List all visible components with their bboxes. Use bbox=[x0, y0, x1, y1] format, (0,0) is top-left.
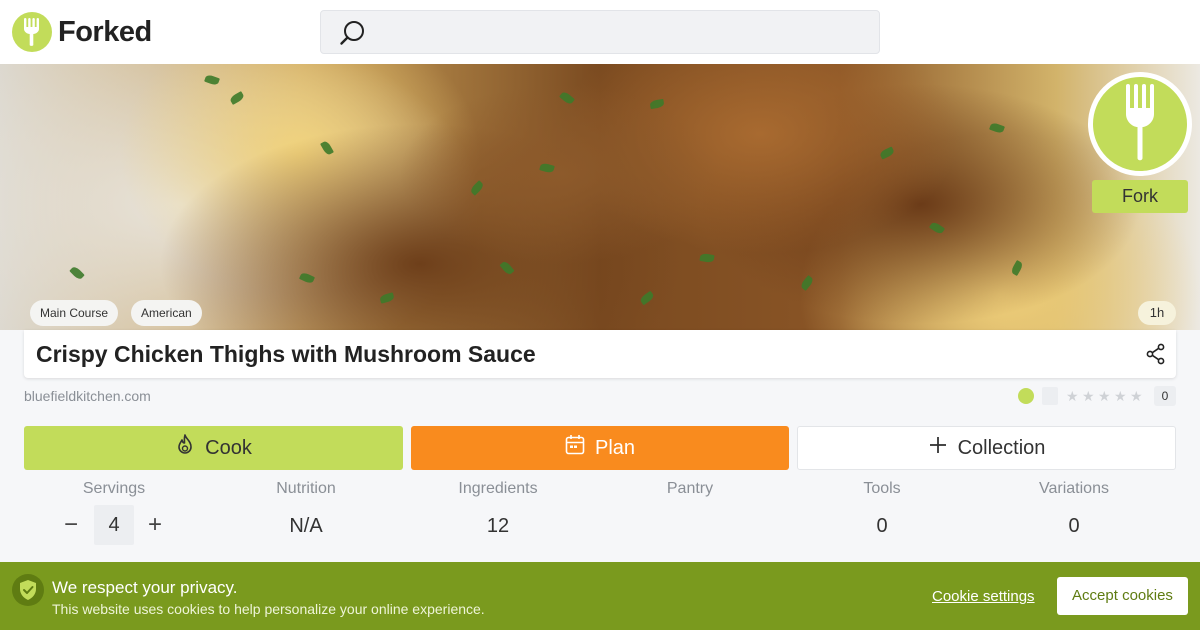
search-icon bbox=[339, 19, 367, 52]
star-rating[interactable]: ★ ★ ★ ★ ★ bbox=[1066, 389, 1144, 403]
recipe-hero-image bbox=[0, 64, 1200, 330]
recipe-title-card: Crispy Chicken Thighs with Mushroom Sauc… bbox=[24, 330, 1176, 378]
rating-placeholder bbox=[1042, 387, 1058, 405]
cookie-settings-link[interactable]: Cookie settings bbox=[932, 588, 1035, 605]
cookie-banner-text: This website uses cookies to help person… bbox=[52, 601, 485, 617]
calendar-icon bbox=[565, 434, 595, 462]
ingredients-label: Ingredients bbox=[458, 480, 538, 497]
cook-button-label: Cook bbox=[205, 436, 252, 459]
logo-text: Forked bbox=[58, 15, 152, 48]
tools-label: Tools bbox=[863, 480, 901, 497]
ingredients-value: 12 bbox=[486, 515, 510, 537]
star-icon[interactable]: ★ bbox=[1130, 389, 1144, 403]
star-icon[interactable]: ★ bbox=[1098, 389, 1112, 403]
fork-icon bbox=[12, 12, 52, 52]
search-input[interactable] bbox=[320, 10, 880, 54]
tools-value: 0 bbox=[876, 515, 888, 537]
share-icon[interactable] bbox=[1146, 343, 1166, 370]
shield-check-icon bbox=[12, 574, 44, 606]
stat-pantry[interactable]: Pantry bbox=[600, 480, 780, 539]
top-bar: Forked bbox=[0, 0, 1200, 64]
rating-bar: ★ ★ ★ ★ ★ 0 bbox=[1018, 386, 1176, 406]
accept-cookies-button[interactable]: Accept cookies bbox=[1057, 577, 1188, 615]
fork-button[interactable]: Fork bbox=[1092, 180, 1188, 213]
stat-tools[interactable]: Tools 0 bbox=[792, 480, 972, 539]
servings-value[interactable]: 4 bbox=[94, 505, 134, 545]
time-badge: 1h bbox=[1138, 301, 1176, 325]
collection-button-label: Collection bbox=[957, 436, 1046, 459]
cookie-banner: We respect your privacy. This website us… bbox=[0, 562, 1200, 630]
plan-button-label: Plan bbox=[594, 436, 636, 459]
stat-servings: Servings bbox=[24, 480, 204, 500]
tag-american[interactable]: American bbox=[131, 300, 202, 326]
tag-main-course[interactable]: Main Course bbox=[30, 300, 119, 326]
stat-variations[interactable]: Variations 0 bbox=[984, 480, 1164, 539]
increase-servings-button[interactable]: + bbox=[144, 513, 166, 537]
stat-nutrition[interactable]: Nutrition N/A bbox=[216, 480, 396, 539]
pantry-value bbox=[600, 515, 780, 539]
star-icon[interactable]: ★ bbox=[1082, 389, 1096, 403]
stat-ingredients[interactable]: Ingredients 12 bbox=[408, 480, 588, 539]
decrease-servings-button[interactable]: − bbox=[60, 513, 82, 537]
plus-icon bbox=[928, 435, 958, 461]
cookie-banner-title: We respect your privacy. bbox=[52, 578, 238, 597]
add-collection-button[interactable]: Collection bbox=[797, 426, 1176, 470]
nutrition-value: N/A bbox=[289, 515, 323, 537]
fork-icon bbox=[1122, 82, 1158, 167]
cook-button[interactable]: Cook bbox=[24, 426, 403, 470]
variations-label: Variations bbox=[1039, 480, 1109, 497]
star-icon[interactable]: ★ bbox=[1066, 389, 1080, 403]
variations-value: 0 bbox=[1068, 515, 1080, 537]
pantry-label: Pantry bbox=[666, 480, 714, 497]
nutrition-label: Nutrition bbox=[276, 480, 336, 497]
logo[interactable]: Forked bbox=[12, 12, 152, 52]
recipe-source-link[interactable]: bluefieldkitchen.com bbox=[24, 388, 151, 404]
fork-icon bbox=[1018, 388, 1034, 404]
star-icon[interactable]: ★ bbox=[1114, 389, 1128, 403]
plan-button[interactable]: Plan bbox=[411, 426, 789, 470]
servings-stepper[interactable]: − 4 + bbox=[54, 505, 174, 545]
fork-badge[interactable] bbox=[1088, 72, 1192, 176]
flame-icon bbox=[175, 434, 205, 462]
servings-label: Servings bbox=[82, 480, 146, 497]
recipe-title: Crispy Chicken Thighs with Mushroom Sauc… bbox=[36, 341, 536, 367]
rating-count: 0 bbox=[1154, 386, 1176, 406]
